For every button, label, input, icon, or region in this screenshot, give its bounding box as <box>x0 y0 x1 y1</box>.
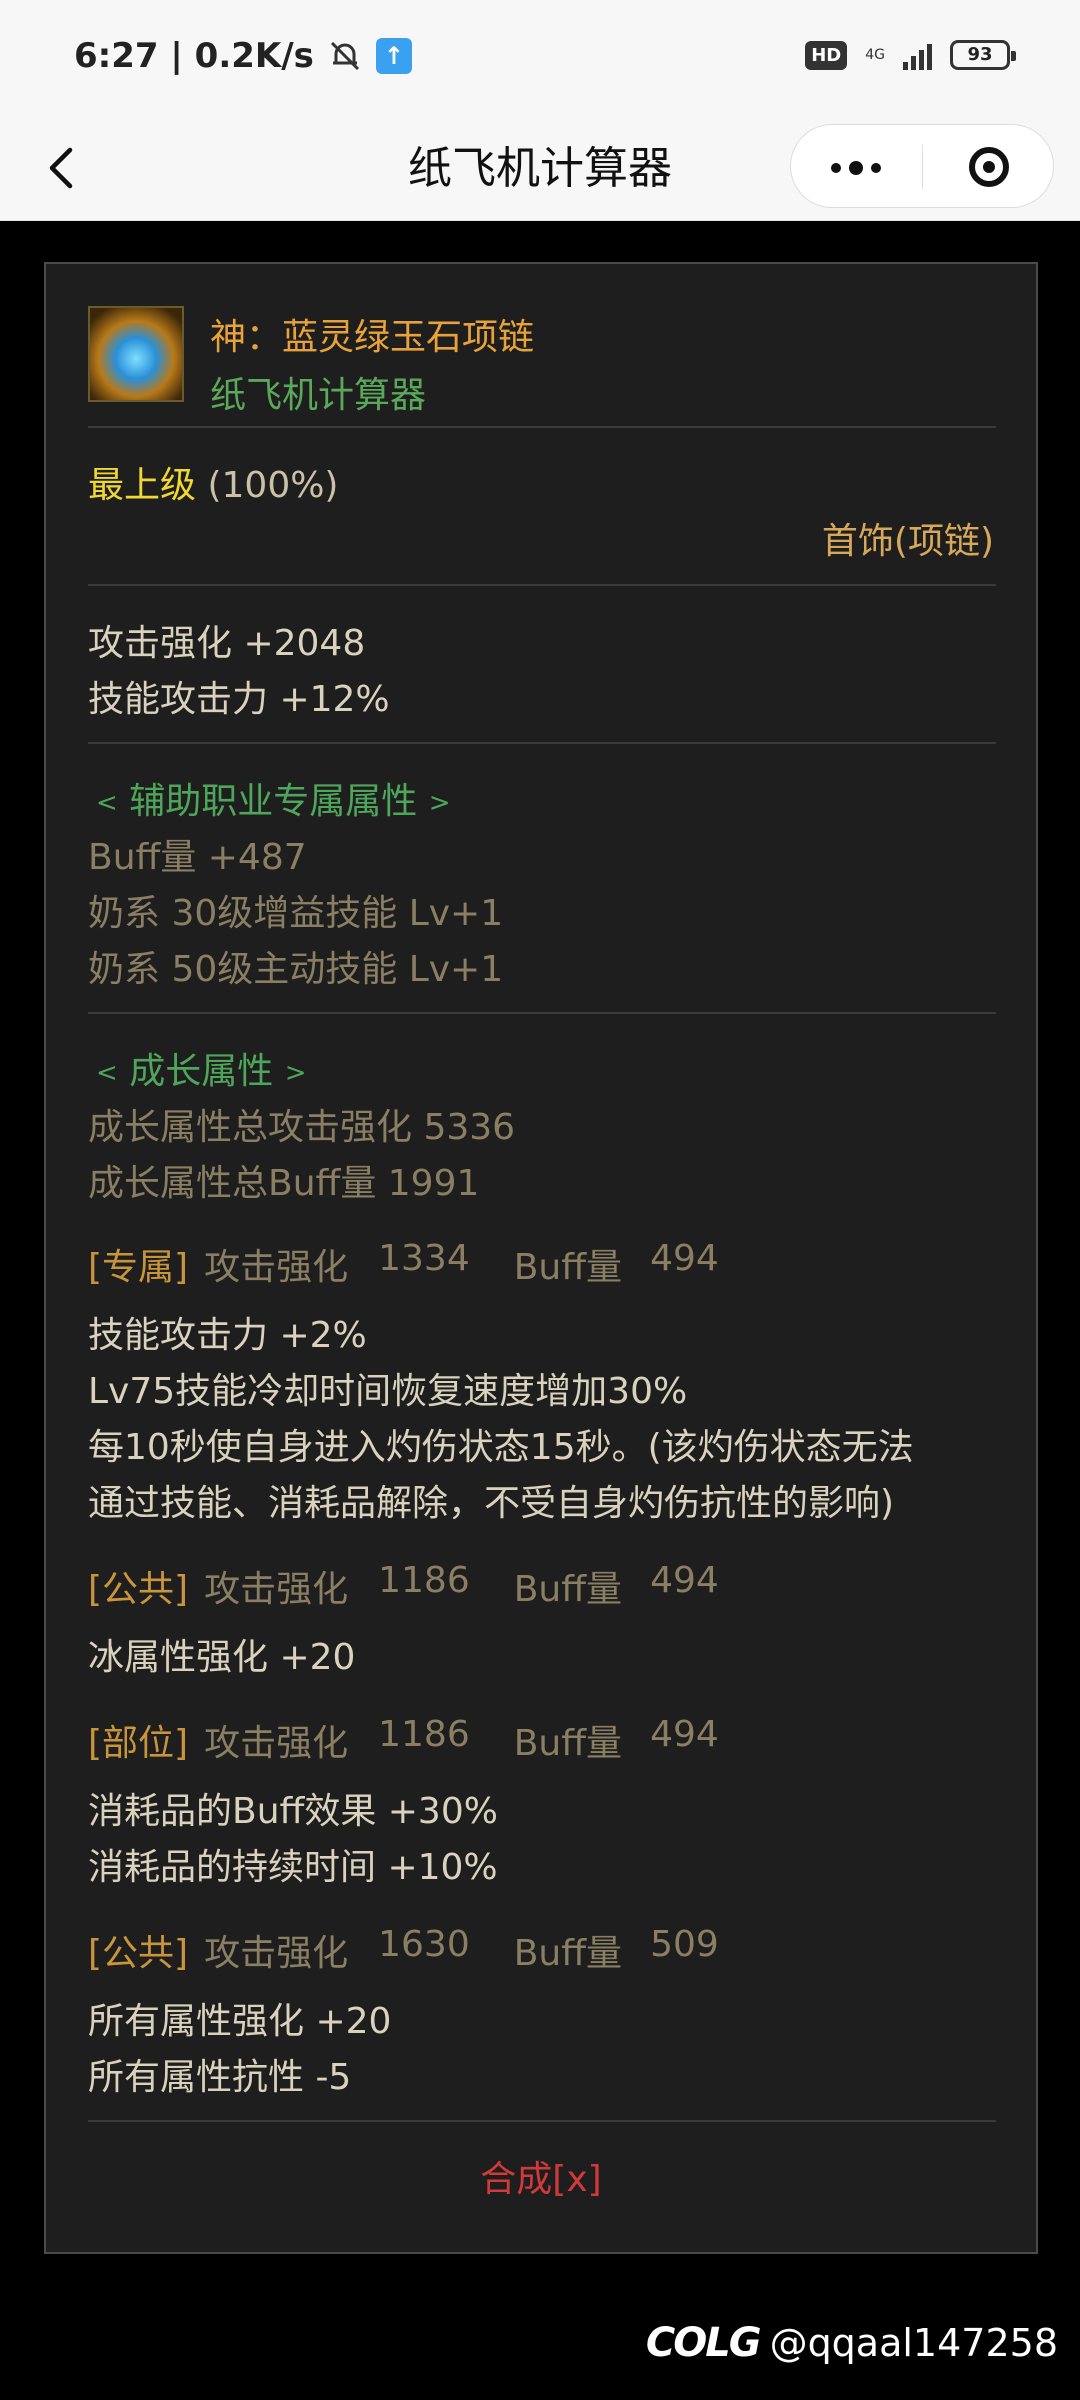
buff-value: 509 <box>650 1924 719 1965</box>
title-bar: 纸飞机计算器 <box>0 118 1080 221</box>
status-left: 6:27 | 0.2K/s ↑ <box>74 36 412 76</box>
necklace-icon <box>88 306 184 402</box>
chevron-right-icon: > <box>284 1058 307 1088</box>
slot-type: 首饰(项链) <box>821 521 994 562</box>
time-speed: 6:27 | 0.2K/s <box>74 36 314 76</box>
divider <box>88 426 996 428</box>
synth-link[interactable]: 合成[x] <box>46 2150 1036 2202</box>
growth-line-header: [部位] 攻击强化 1186 Buff量 494 <box>88 1714 719 1766</box>
status-right: HD 4G 93 <box>805 40 1016 70</box>
watermark-text: @qqaal147258 <box>769 2321 1058 2365</box>
growth-header-label: 成长属性 <box>129 1051 274 1092</box>
battery-icon: 93 <box>950 40 1016 70</box>
growth-total: 成长属性总攻击强化 5336 <box>88 1107 516 1148</box>
atk-value: 1186 <box>378 1560 470 1601</box>
base-stat: 攻击强化 +2048 <box>88 623 366 664</box>
buff-label: Buff量 <box>513 1247 623 1288</box>
buff-label: Buff量 <box>513 1723 623 1764</box>
chevron-left-icon: < <box>96 788 118 818</box>
atk-label: 攻击强化 <box>204 1569 349 1610</box>
growth-effect: 所有属性抗性 -5 <box>88 2057 352 2098</box>
back-button[interactable] <box>36 140 92 196</box>
buff-label: Buff量 <box>513 1569 623 1610</box>
growth-effect: 每10秒使自身进入灼伤状态15秒。(该灼伤状态无法 <box>88 1427 914 1468</box>
atk-label: 攻击强化 <box>204 1723 349 1764</box>
growth-effect: 所有属性强化 +20 <box>88 2001 392 2042</box>
atk-label: 攻击强化 <box>204 1933 349 1974</box>
divider <box>88 742 996 744</box>
divider <box>88 2120 996 2122</box>
atk-value: 1334 <box>378 1238 470 1279</box>
support-section-header: < 辅助职业专属属性 > <box>96 772 451 824</box>
network-label: 4G <box>865 47 885 63</box>
growth-effect: Lv75技能冷却时间恢复速度增加30% <box>88 1371 688 1412</box>
chevron-left-icon: < <box>96 1058 118 1088</box>
bell-muted-icon <box>330 41 359 71</box>
growth-effect: 技能攻击力 +2% <box>88 1315 367 1356</box>
grade-value: (100%) <box>196 465 339 506</box>
close-miniapp-button[interactable] <box>923 125 1055 209</box>
divider <box>88 1012 996 1014</box>
item-tooltip-panel: 神：蓝灵绿玉石项链 纸飞机计算器 最上级 (100%) 首饰(项链) 攻击强化 … <box>44 262 1038 2254</box>
chevron-right-icon: > <box>428 788 451 818</box>
upload-icon: ↑ <box>375 38 412 74</box>
growth-tag: [部位] <box>88 1723 189 1764</box>
growth-tag: [专属] <box>88 1247 189 1288</box>
growth-effect: 消耗品的Buff效果 +30% <box>88 1791 498 1832</box>
growth-line-header: [公共] 攻击强化 1630 Buff量 509 <box>88 1924 719 1976</box>
growth-line-header: [公共] 攻击强化 1186 Buff量 494 <box>88 1560 719 1612</box>
growth-tag: [公共] <box>88 1569 189 1610</box>
colg-logo: COLG <box>645 2320 762 2366</box>
target-icon <box>969 147 1009 187</box>
atk-value: 1630 <box>378 1924 470 1965</box>
growth-section-header: < 成长属性 > <box>96 1042 307 1094</box>
buff-label: Buff量 <box>513 1933 623 1974</box>
signal-icon <box>903 40 932 70</box>
hd-badge: HD <box>805 40 848 70</box>
growth-effect: 冰属性强化 +20 <box>88 1637 356 1678</box>
miniapp-capsule <box>790 124 1054 208</box>
atk-value: 1186 <box>378 1714 470 1755</box>
grade-line: 最上级 (100%) <box>88 456 338 508</box>
support-header-label: 辅助职业专属属性 <box>129 781 418 822</box>
growth-tag: [公共] <box>88 1933 189 1974</box>
more-button[interactable] <box>791 125 922 209</box>
divider <box>88 584 996 586</box>
growth-line-header: [专属] 攻击强化 1334 Buff量 494 <box>88 1238 719 1290</box>
item-subtitle: 纸飞机计算器 <box>210 375 427 416</box>
item-name: 神：蓝灵绿玉石项链 <box>210 317 535 358</box>
watermark: COLG @qqaal147258 <box>646 2320 1058 2366</box>
atk-label: 攻击强化 <box>204 1247 349 1288</box>
buff-value: 494 <box>650 1714 719 1755</box>
base-stat: 技能攻击力 +12% <box>88 679 390 720</box>
support-stat: 奶系 30级增益技能 Lv+1 <box>88 893 504 934</box>
support-stat: 奶系 50级主动技能 Lv+1 <box>88 949 504 990</box>
growth-effect: 通过技能、消耗品解除，不受自身灼伤抗性的影响) <box>88 1483 895 1524</box>
buff-value: 494 <box>650 1560 719 1601</box>
support-stat: Buff量 +487 <box>88 837 307 878</box>
growth-effect: 消耗品的持续时间 +10% <box>88 1847 498 1888</box>
status-bar: 6:27 | 0.2K/s ↑ HD 4G 93 <box>0 0 1080 118</box>
grade-label: 最上级 <box>88 465 197 506</box>
growth-total: 成长属性总Buff量 1991 <box>88 1163 480 1204</box>
battery-level: 93 <box>967 44 993 65</box>
buff-value: 494 <box>650 1238 719 1279</box>
